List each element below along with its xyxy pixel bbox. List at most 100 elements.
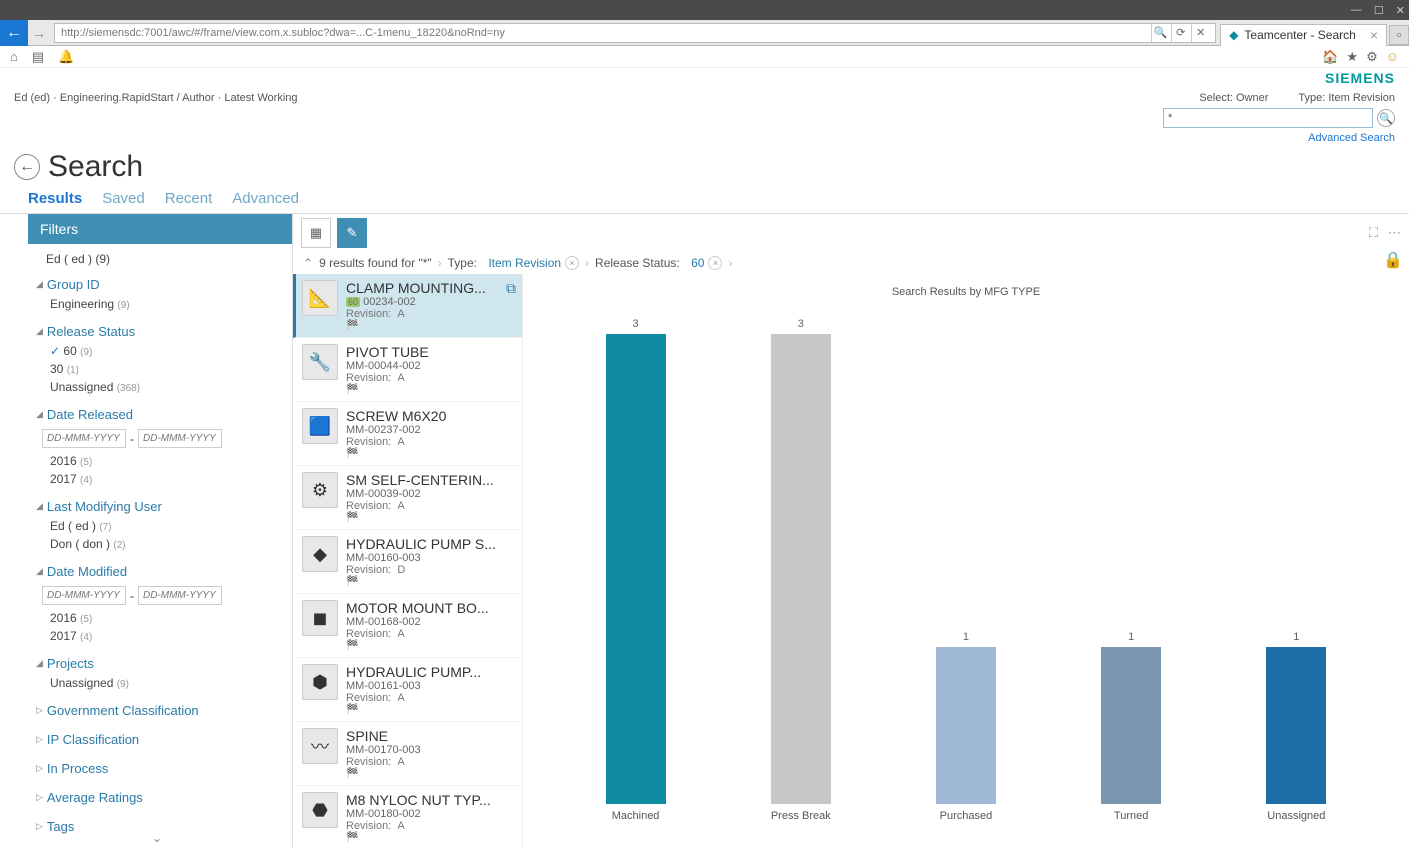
result-thumbnail: 🟦 bbox=[302, 408, 338, 444]
search-tabs: Results Saved Recent Advanced bbox=[0, 184, 1409, 214]
bc-type[interactable]: Type: Item Revision × bbox=[448, 256, 579, 270]
window-minimize-button[interactable]: — bbox=[1351, 4, 1362, 16]
result-item[interactable]: ◼MOTOR MOUNT BO...MM-00168-002Revision: … bbox=[293, 594, 522, 658]
bc-type-remove-icon[interactable]: × bbox=[565, 256, 579, 270]
sidebar-scroll-down-icon[interactable]: ⌄ bbox=[152, 831, 162, 845]
address-url: http://siemensdc:7001/awc/#/frame/view.c… bbox=[61, 27, 1151, 39]
date-modified-from-input[interactable] bbox=[42, 586, 126, 605]
filter-item-status-30[interactable]: 30 (1) bbox=[36, 360, 284, 378]
browser-smiley-icon[interactable]: ☺ bbox=[1386, 49, 1399, 64]
filter-item-user-ed[interactable]: Ed ( ed ) (7) bbox=[36, 517, 284, 535]
filter-item-user-don[interactable]: Don ( don ) (2) bbox=[36, 535, 284, 553]
filters-body: Ed ( ed ) (9) ◢Group ID Engineering (9) … bbox=[28, 244, 292, 847]
filter-header-projects[interactable]: ◢Projects bbox=[36, 653, 284, 674]
result-flag-icon: 🏁 bbox=[346, 832, 516, 843]
select-owner-label[interactable]: Select: Owner bbox=[1199, 92, 1268, 104]
quick-search-input[interactable]: * bbox=[1163, 108, 1373, 128]
search-icon[interactable]: 🔍 bbox=[1151, 24, 1169, 42]
bar-category-label: Turned bbox=[1114, 810, 1148, 822]
view-table-button[interactable]: ▦ bbox=[301, 218, 331, 248]
refresh-icon[interactable]: ⟳ bbox=[1171, 24, 1189, 42]
stop-icon[interactable]: ✕ bbox=[1191, 24, 1209, 42]
filter-header-collapsed[interactable]: ▷Average Ratings bbox=[36, 787, 284, 808]
bc-collapse-icon[interactable]: ⌃ bbox=[303, 256, 313, 270]
filter-item-released-2016[interactable]: 2016 (5) bbox=[36, 452, 284, 470]
bar-rect bbox=[1101, 647, 1161, 804]
date-modified-to-input[interactable] bbox=[138, 586, 222, 605]
bar-category-label: Press Break bbox=[771, 810, 831, 822]
chart-bar[interactable]: 1 Turned bbox=[1096, 631, 1166, 822]
bc-status-remove-icon[interactable]: × bbox=[708, 256, 722, 270]
bc-status[interactable]: Release Status: 60 × bbox=[595, 256, 722, 270]
result-item[interactable]: ⬢HYDRAULIC PUMP...MM-00161-003Revision: … bbox=[293, 658, 522, 722]
bar-value-label: 3 bbox=[633, 318, 639, 330]
result-thumbnail: 📐 bbox=[302, 280, 338, 316]
tab-saved[interactable]: Saved bbox=[102, 190, 145, 213]
quick-search-button[interactable]: 🔍 bbox=[1377, 109, 1395, 127]
date-released-from-input[interactable] bbox=[42, 429, 126, 448]
filter-header-release-status[interactable]: ◢Release Status bbox=[36, 321, 284, 342]
result-item[interactable]: 🟦SCREW M6X20MM-00237-002Revision: A🏁 bbox=[293, 402, 522, 466]
result-title: M8 NYLOC NUT TYP... bbox=[346, 792, 516, 808]
filter-item-status-unassigned[interactable]: Unassigned (368) bbox=[36, 378, 284, 396]
result-revision: Revision: A bbox=[346, 820, 516, 832]
result-item[interactable]: 🔧PIVOT TUBEMM-00044-002Revision: A🏁 bbox=[293, 338, 522, 402]
filter-header-collapsed[interactable]: ▷Government Classification bbox=[36, 700, 284, 721]
bar-value-label: 1 bbox=[963, 631, 969, 643]
results-toolbar: ▦ ✎ ⛶ ⋯ bbox=[293, 214, 1409, 252]
filter-header-groupid[interactable]: ◢Group ID bbox=[36, 274, 284, 295]
tab-recent[interactable]: Recent bbox=[165, 190, 213, 213]
expand-icon[interactable]: ⛶ bbox=[1369, 225, 1378, 241]
chart-bar[interactable]: 1Unassigned bbox=[1261, 631, 1331, 822]
chart-bar[interactable]: 1Purchased bbox=[931, 631, 1001, 822]
filter-item-status-60[interactable]: 60 (9) bbox=[36, 342, 284, 360]
browser-favorite-icon[interactable]: ★ bbox=[1346, 49, 1358, 65]
browser-home-icon[interactable]: 🏠 bbox=[1322, 49, 1338, 65]
more-options-icon[interactable]: ⋯ bbox=[1388, 225, 1401, 241]
filter-item-released-2017[interactable]: 2017 (4) bbox=[36, 470, 284, 488]
chart-bar[interactable]: 3Machined bbox=[601, 318, 671, 822]
filter-item-modified-2016[interactable]: 2016 (5) bbox=[36, 609, 284, 627]
view-chart-button[interactable]: ✎ bbox=[337, 218, 367, 248]
bar-value-label: 1 bbox=[1128, 631, 1134, 643]
type-item-revision-label[interactable]: Type: Item Revision bbox=[1298, 92, 1395, 104]
browser-favorites-bar: ⌂ ▤ 🔔 🏠 ★ ⚙ ☺ bbox=[0, 46, 1409, 68]
browser-forward-button[interactable]: → bbox=[28, 25, 50, 41]
advanced-search-link[interactable]: Advanced Search bbox=[1308, 132, 1395, 144]
home-icon[interactable]: ⌂ bbox=[10, 49, 18, 64]
filter-item-modified-2017[interactable]: 2017 (4) bbox=[36, 627, 284, 645]
window-maximize-button[interactable]: ☐ bbox=[1374, 4, 1384, 17]
filter-header-collapsed[interactable]: ▷IP Classification bbox=[36, 729, 284, 750]
browser-address-bar[interactable]: http://siemensdc:7001/awc/#/frame/view.c… bbox=[54, 23, 1216, 43]
tab-advanced[interactable]: Advanced bbox=[232, 190, 299, 213]
browser-tab[interactable]: ◆ Teamcenter - Search × bbox=[1220, 24, 1387, 46]
filter-header-date-modified[interactable]: ◢Date Modified bbox=[36, 561, 284, 582]
date-released-to-input[interactable] bbox=[138, 429, 222, 448]
open-in-new-icon[interactable]: ⧉ bbox=[506, 280, 516, 297]
chart-title: Search Results by MFG TYPE bbox=[543, 286, 1389, 298]
tab-results[interactable]: Results bbox=[28, 190, 82, 213]
chart-bar[interactable]: 3Press Break bbox=[766, 318, 836, 822]
page-back-button[interactable]: ← bbox=[14, 154, 40, 180]
filter-item-project-unassigned[interactable]: Unassigned (9) bbox=[36, 674, 284, 692]
result-item[interactable]: ⚙SM SELF-CENTERIN...MM-00039-002Revision… bbox=[293, 466, 522, 530]
filter-owner[interactable]: Ed ( ed ) (9) bbox=[36, 248, 284, 274]
alert-icon[interactable]: 🔔 bbox=[58, 49, 74, 65]
result-title: MOTOR MOUNT BO... bbox=[346, 600, 516, 616]
browser-back-button[interactable]: ← bbox=[0, 20, 28, 46]
new-tab-button[interactable]: ▫ bbox=[1389, 25, 1409, 45]
result-flag-icon: 🏁 bbox=[346, 704, 516, 715]
result-item[interactable]: 〰SPINEMM-00170-003Revision: A🏁 bbox=[293, 722, 522, 786]
page-title: Search bbox=[48, 150, 143, 184]
filter-item-engineering[interactable]: Engineering (9) bbox=[36, 295, 284, 313]
result-item[interactable]: ⬣M8 NYLOC NUT TYP...MM-00180-002Revision… bbox=[293, 786, 522, 847]
result-item[interactable]: ◆HYDRAULIC PUMP S...MM-00160-003Revision… bbox=[293, 530, 522, 594]
filter-header-last-user[interactable]: ◢Last Modifying User bbox=[36, 496, 284, 517]
result-item[interactable]: 📐CLAMP MOUNTING...60 00234-002Revision: … bbox=[293, 274, 522, 338]
window-close-button[interactable]: ✕ bbox=[1396, 4, 1405, 17]
rss-icon[interactable]: ▤ bbox=[32, 49, 44, 65]
tab-close-icon[interactable]: × bbox=[1370, 27, 1378, 43]
filter-header-date-released[interactable]: ◢Date Released bbox=[36, 404, 284, 425]
browser-tools-icon[interactable]: ⚙ bbox=[1366, 49, 1378, 65]
filter-header-collapsed[interactable]: ▷In Process bbox=[36, 758, 284, 779]
